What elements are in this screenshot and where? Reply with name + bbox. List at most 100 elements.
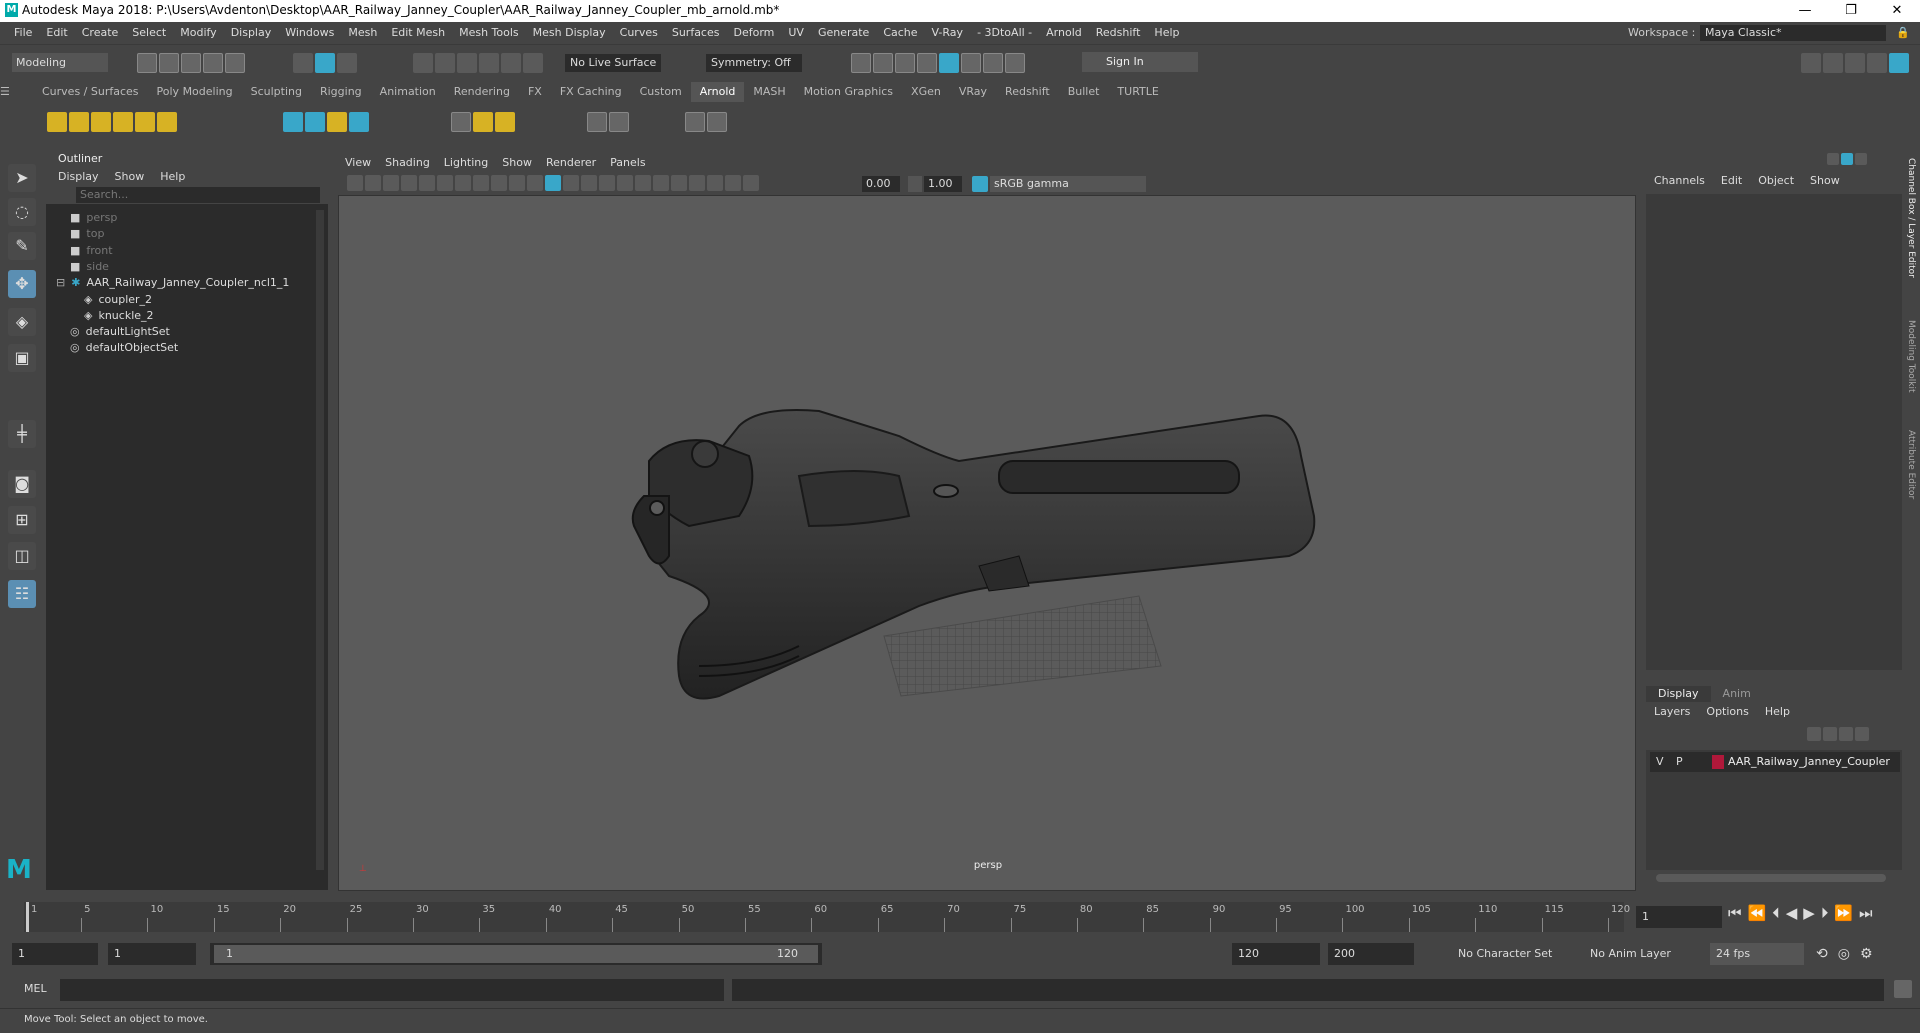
time-slider[interactable]: 1 5 10 15 20 25 30 35 40 45 50 55 60 65 70 75 80 85 90 95 10… [0, 898, 1920, 936]
motion-blur-icon[interactable] [635, 175, 651, 191]
live-surface-field[interactable]: No Live Surface [565, 54, 661, 72]
flush-textures-icon[interactable] [495, 112, 515, 132]
bookmark-icon[interactable] [383, 175, 399, 191]
shelf-tab-fx-caching[interactable]: FX Caching [551, 82, 631, 102]
viewport-menu-lighting[interactable]: Lighting [437, 153, 495, 173]
menu-redshift[interactable]: Redshift [1089, 22, 1148, 44]
menu-create[interactable]: Create [75, 22, 126, 44]
viewport-menu-show[interactable]: Show [495, 153, 539, 173]
layer-color-swatch[interactable] [1712, 755, 1724, 769]
toggle-channel-box-icon[interactable] [1867, 53, 1887, 73]
menu-uv[interactable]: UV [781, 22, 811, 44]
texture-icon[interactable] [609, 112, 629, 132]
shelf-tab-sculpting[interactable]: Sculpting [242, 82, 311, 102]
preferences-icon[interactable]: ⚙ [1860, 946, 1883, 962]
outliner-tab[interactable]: Outliner [46, 150, 328, 168]
physical-sky-icon[interactable] [157, 112, 177, 132]
perspective-viewport[interactable]: ⊥ persp [338, 195, 1636, 891]
outliner-menu-display[interactable]: Display [50, 168, 107, 186]
mel-label[interactable]: MEL [24, 982, 47, 995]
single-pane-layout-icon[interactable]: ◙ [8, 470, 36, 498]
channel-box-menu-show[interactable]: Show [1802, 172, 1848, 190]
select-component-icon[interactable] [337, 53, 357, 73]
layer-row[interactable]: V P AAR_Railway_Janney_Coupler [1650, 752, 1900, 772]
snap-point-icon[interactable] [457, 53, 477, 73]
hypershade-icon[interactable] [939, 53, 959, 73]
last-tool-icon[interactable]: ╪ [8, 420, 36, 448]
toggle-layer-editor-icon[interactable] [1889, 53, 1909, 73]
outliner-menu-help[interactable]: Help [152, 168, 193, 186]
photometric-light-icon[interactable] [91, 112, 111, 132]
viewport-menu-renderer[interactable]: Renderer [539, 153, 603, 173]
menu-surfaces[interactable]: Surfaces [665, 22, 727, 44]
shelf-tab-rigging[interactable]: Rigging [311, 82, 371, 102]
layer-list-scrollbar[interactable] [1656, 874, 1886, 882]
shelf-tab-motion-graphics[interactable]: Motion Graphics [795, 82, 902, 102]
toggle-modeling-toolkit-icon[interactable] [1801, 53, 1821, 73]
shelf-tab-poly-modeling[interactable]: Poly Modeling [148, 82, 242, 102]
outliner-scrollbar[interactable] [316, 210, 324, 870]
lasso-tool-icon[interactable]: ◌ [8, 198, 36, 226]
step-forward-key-icon[interactable]: ⏩ [1834, 904, 1859, 922]
mel-input[interactable] [60, 979, 724, 1001]
menu-edit-mesh[interactable]: Edit Mesh [384, 22, 452, 44]
exposure-icon[interactable] [743, 175, 759, 191]
render-sequence-icon[interactable] [873, 53, 893, 73]
preview-icon[interactable] [685, 112, 705, 132]
outliner-menu-show[interactable]: Show [107, 168, 153, 186]
pause-render-icon[interactable] [1005, 53, 1025, 73]
current-frame-field[interactable]: 1 [1636, 906, 1722, 928]
wireframe-icon[interactable] [527, 175, 543, 191]
snap-grid-icon[interactable] [413, 53, 433, 73]
channel-box-side-tab[interactable]: Channel Box / Layer Editor [1906, 158, 1916, 278]
gamma-icon[interactable] [908, 176, 922, 192]
gamma-field[interactable]: 1.00 [924, 176, 962, 192]
shadows-icon[interactable] [599, 175, 615, 191]
arnold-render-icon[interactable] [983, 53, 1003, 73]
camera-icon[interactable] [1841, 153, 1853, 165]
step-forward-frame-icon[interactable]: ⏵ [1821, 904, 1835, 922]
shelf-tab-fx[interactable]: FX [519, 82, 551, 102]
snap-live-icon[interactable] [523, 53, 543, 73]
workspace-dropdown[interactable]: Maya Classic* [1700, 25, 1886, 41]
layer-visibility-toggle[interactable]: V [1656, 755, 1664, 768]
shelf-tab-redshift[interactable]: Redshift [996, 82, 1059, 102]
menu-arnold[interactable]: Arnold [1039, 22, 1089, 44]
script-editor-icon[interactable] [1894, 980, 1912, 998]
move-layer-down-icon[interactable] [1823, 727, 1837, 741]
symmetry-dropdown[interactable]: Symmetry: Off [706, 54, 802, 72]
loop-icon[interactable]: ⟲ [1816, 946, 1838, 962]
select-hierarchy-icon[interactable] [293, 53, 313, 73]
maximize-button[interactable]: ❐ [1828, 0, 1874, 22]
menu-display[interactable]: Display [224, 22, 279, 44]
grid-icon[interactable] [419, 175, 435, 191]
paint-select-tool-icon[interactable]: ✎ [8, 232, 36, 260]
select-object-icon[interactable] [315, 53, 335, 73]
film-gate-icon[interactable] [437, 175, 453, 191]
animation-end-field[interactable]: 200 [1328, 943, 1414, 965]
channel-box-menu-edit[interactable]: Edit [1713, 172, 1750, 190]
tx-manager-icon[interactable] [451, 112, 471, 132]
flush-cache-icon[interactable] [473, 112, 493, 132]
menu-mesh-display[interactable]: Mesh Display [526, 22, 613, 44]
render-view-icon[interactable] [961, 53, 981, 73]
layer-playback-toggle[interactable]: P [1676, 755, 1683, 768]
stand-in-icon[interactable] [283, 112, 303, 132]
four-pane-layout-icon[interactable]: ⊞ [8, 506, 36, 534]
current-time-indicator[interactable] [26, 902, 29, 932]
menu-modify[interactable]: Modify [173, 22, 223, 44]
viewport-menu-view[interactable]: View [338, 153, 378, 173]
playback-start-field[interactable]: 1 [108, 943, 196, 965]
menu-curves[interactable]: Curves [613, 22, 665, 44]
layer-editor-menu-options[interactable]: Options [1698, 703, 1756, 721]
menu-select[interactable]: Select [125, 22, 173, 44]
snap-surface-icon[interactable] [501, 53, 521, 73]
curve-collector-icon[interactable] [327, 112, 347, 132]
toggle-attribute-editor-icon[interactable] [1823, 53, 1843, 73]
xray-icon[interactable] [689, 175, 705, 191]
open-scene-icon[interactable] [159, 53, 179, 73]
ambient-occlusion-icon[interactable] [617, 175, 633, 191]
safe-action-icon[interactable] [509, 175, 525, 191]
export-stand-in-icon[interactable] [305, 112, 325, 132]
render-settings-icon[interactable] [917, 53, 937, 73]
